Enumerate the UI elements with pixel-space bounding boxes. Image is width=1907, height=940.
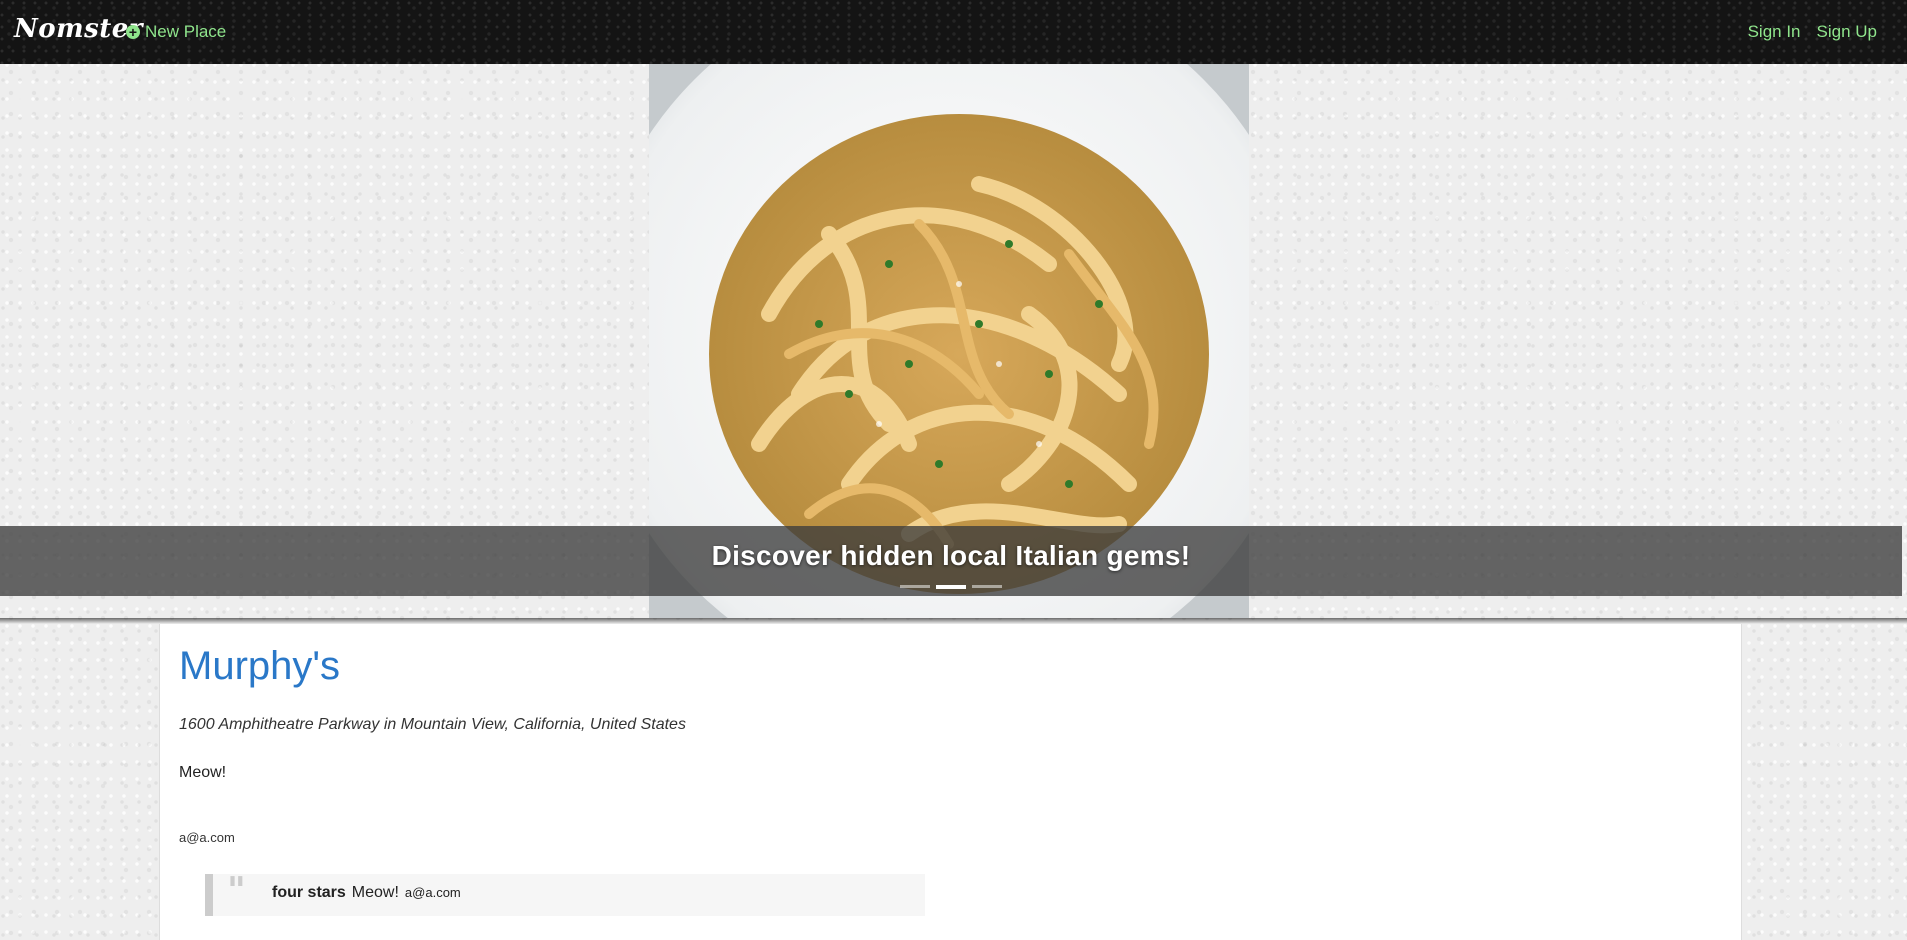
sign-up-link[interactable]: Sign Up <box>1817 22 1877 42</box>
auth-links: Sign In Sign Up <box>1748 22 1877 42</box>
hero-carousel: Discover hidden local Italian gems! <box>0 64 1907 618</box>
slide-indicator-2[interactable] <box>936 585 966 589</box>
brand-logo[interactable]: Nomster <box>14 14 143 44</box>
carousel-caption: Discover hidden local Italian gems! <box>711 540 1191 571</box>
slide-indicator-3[interactable] <box>972 585 1002 588</box>
top-navbar: Nomster + New Place Sign In Sign Up <box>0 0 1907 64</box>
comment-content: four stars Meow! a@a.com <box>272 884 461 902</box>
comment-message: Meow! <box>351 884 399 901</box>
comment-blockquote: " four stars Meow! a@a.com <box>205 870 925 916</box>
carousel-indicators <box>900 585 1002 589</box>
place-author: a@a.com <box>179 830 235 845</box>
place-description: Meow! <box>179 764 227 781</box>
comment-author: a@a.com <box>404 885 461 900</box>
slide-indicator-1[interactable] <box>900 585 930 588</box>
comment-rating: four stars <box>272 884 346 901</box>
quote-icon: " <box>227 870 246 912</box>
plus-circle-icon: + <box>126 25 140 39</box>
new-place-link[interactable]: + New Place <box>126 22 226 42</box>
new-place-label: New Place <box>145 22 227 41</box>
place-detail-panel: Murphy's 1600 Amphitheatre Parkway in Mo… <box>159 624 1742 940</box>
place-title: Murphy's <box>179 644 341 688</box>
sign-in-link[interactable]: Sign In <box>1748 22 1801 42</box>
place-address: 1600 Amphitheatre Parkway in Mountain Vi… <box>179 716 686 733</box>
